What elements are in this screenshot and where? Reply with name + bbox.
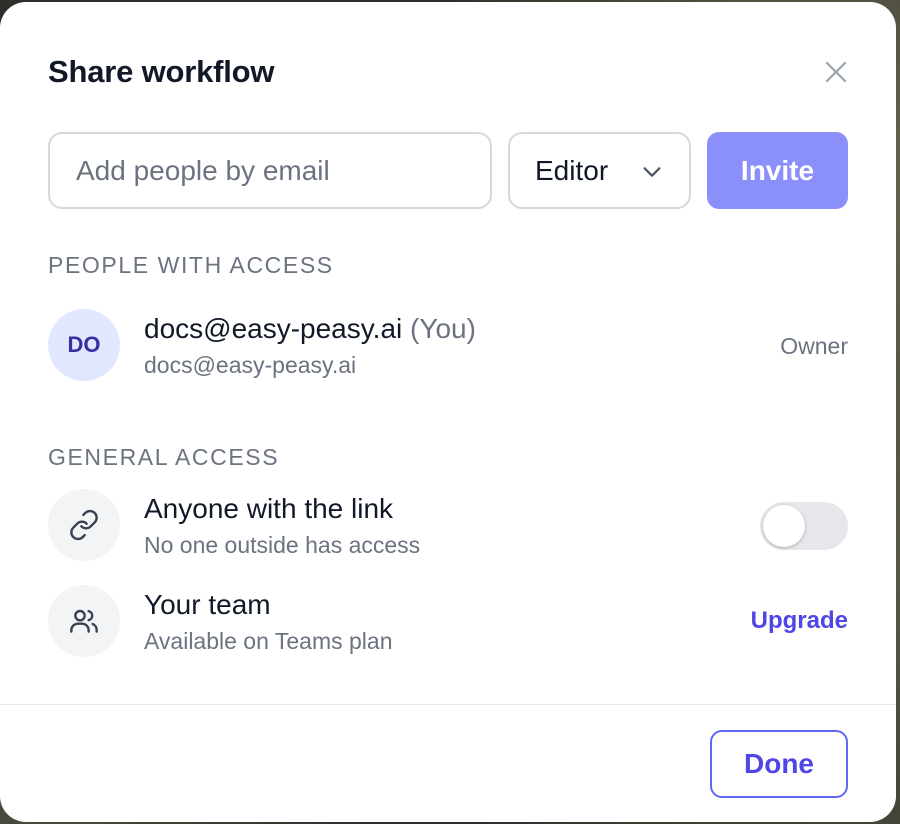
upgrade-link[interactable]: Upgrade [751, 607, 848, 635]
close-button[interactable] [818, 54, 854, 90]
link-access-toggle[interactable] [760, 502, 848, 550]
people-with-access-heading: PEOPLE WITH ACCESS [48, 252, 334, 278]
team-access-subtitle: Available on Teams plan [144, 628, 393, 654]
link-icon-circle [48, 489, 120, 561]
done-button[interactable]: Done [710, 730, 848, 798]
link-icon [70, 509, 98, 541]
invite-button[interactable]: Invite [707, 132, 848, 209]
person-name-text: docs@easy-peasy.ai [144, 313, 403, 344]
team-access-title: Your team [144, 589, 271, 620]
email-input[interactable] [48, 132, 492, 209]
role-select-value: Editor [535, 154, 609, 186]
close-icon [825, 61, 847, 83]
dialog-title: Share workflow [48, 54, 275, 89]
link-access-subtitle: No one outside has access [144, 532, 421, 558]
you-label: (You) [410, 313, 476, 344]
invite-row: Editor Invite [48, 132, 848, 209]
users-icon [70, 609, 98, 633]
footer-divider [0, 704, 896, 705]
role-select[interactable]: Editor [508, 132, 691, 209]
person-email: docs@easy-peasy.ai [144, 352, 357, 378]
toggle-knob [763, 505, 805, 547]
person-row: DO docs@easy-peasy.ai (You) docs@easy-pe… [48, 309, 848, 381]
link-access-row: Anyone with the link No one outside has … [48, 489, 848, 561]
team-access-row: Your team Available on Teams plan Upgrad… [48, 585, 848, 657]
person-name: docs@easy-peasy.ai (You) [144, 313, 476, 345]
chevron-down-icon [643, 167, 661, 177]
share-dialog: Share workflow Editor Invite PEOPLE WITH… [0, 2, 896, 822]
link-access-title: Anyone with the link [144, 493, 394, 524]
avatar: DO [48, 309, 120, 381]
users-icon-circle [48, 585, 120, 657]
general-access-heading: GENERAL ACCESS [48, 444, 280, 470]
person-role: Owner [780, 333, 848, 359]
